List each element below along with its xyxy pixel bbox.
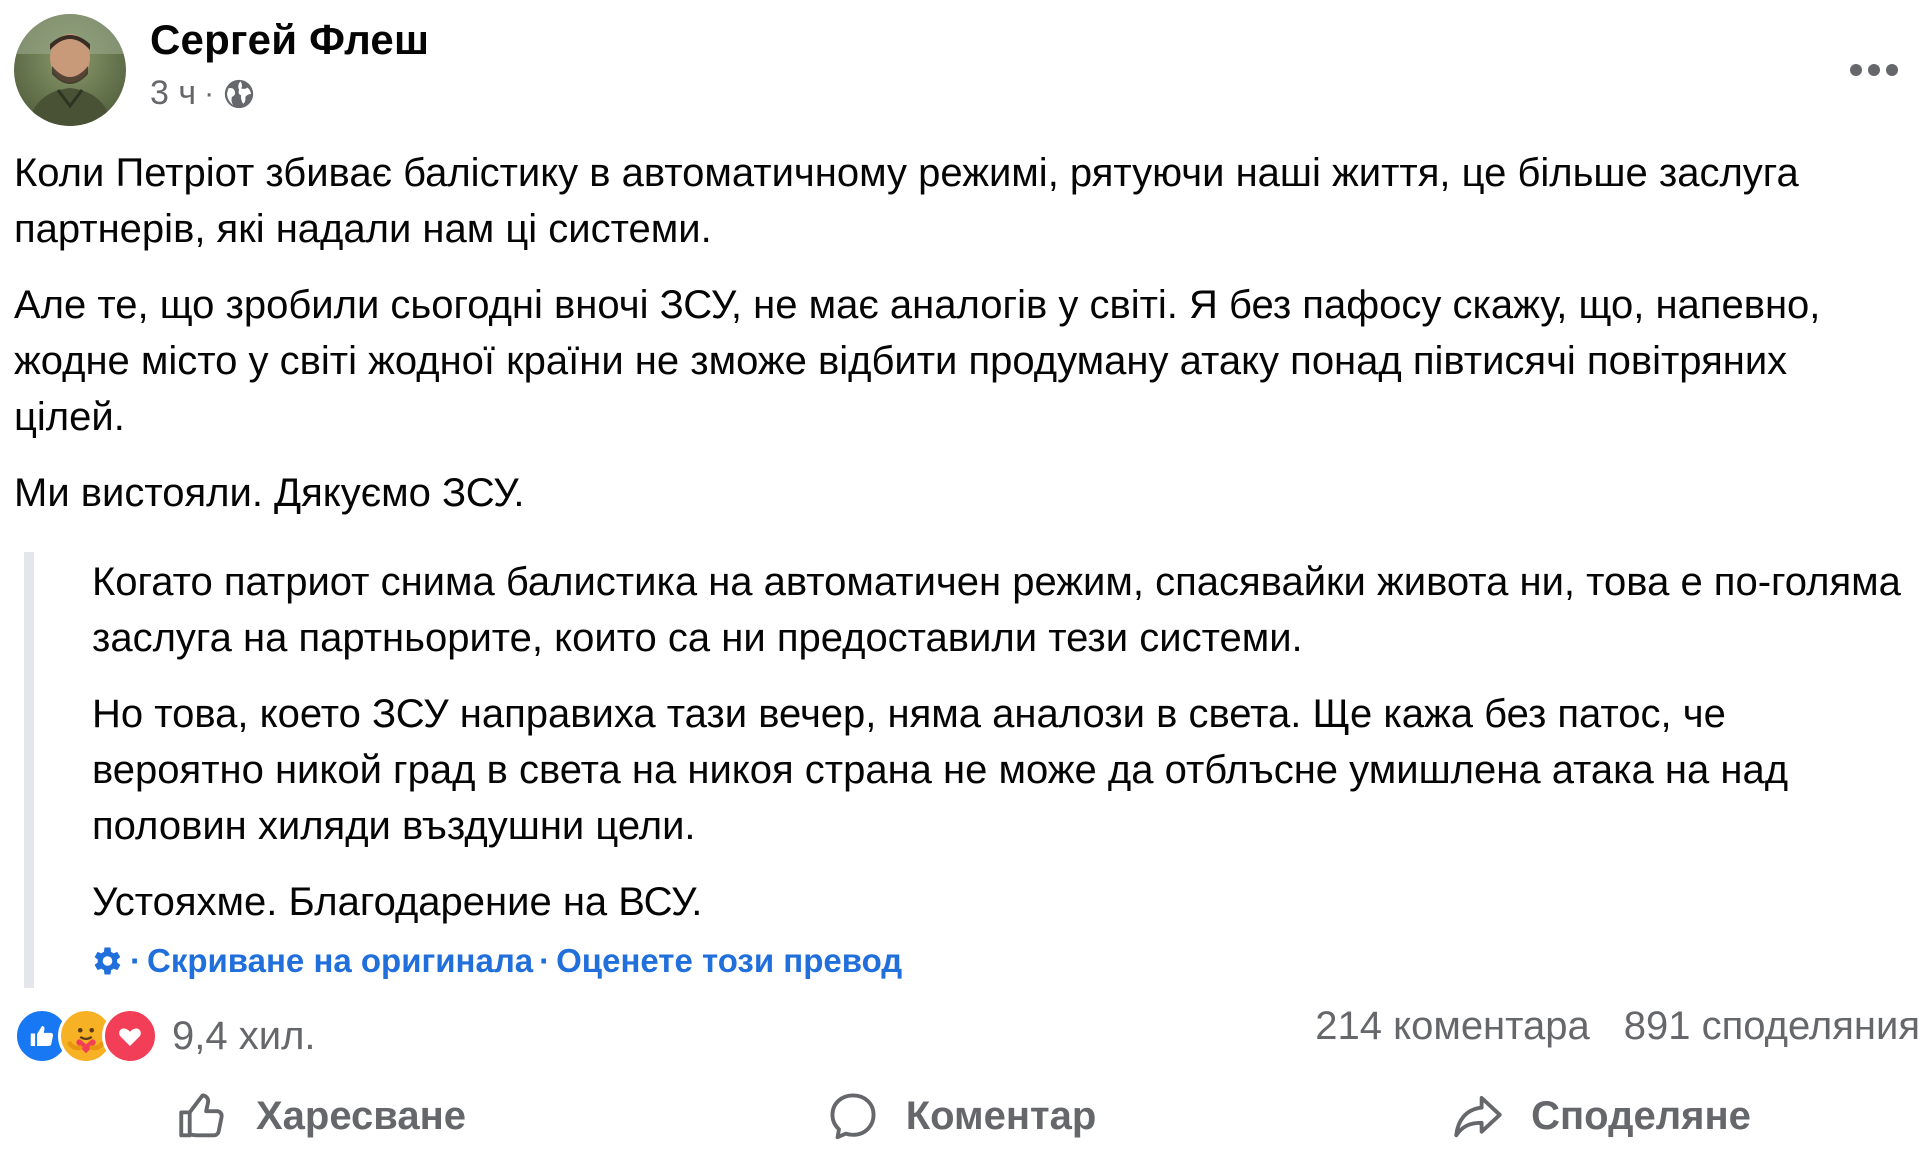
meta-separator: · (204, 76, 215, 110)
share-button[interactable]: Споделяне (1280, 1078, 1920, 1154)
original-paragraph: Ми вистояли. Дякуємо ЗСУ. (14, 471, 525, 515)
author-name[interactable]: Сергей Флеш (150, 16, 429, 64)
like-button[interactable]: Харесване (0, 1078, 640, 1154)
translation-text: Когато патриот снима балистика на автома… (92, 552, 1904, 930)
hide-original-link[interactable]: Скриване на оригинала (147, 942, 533, 980)
share-icon (1454, 1095, 1502, 1138)
more-icon (1850, 64, 1898, 76)
globe-icon[interactable] (222, 77, 256, 111)
translation-block: Когато патриот снима балистика на автома… (24, 552, 1904, 988)
thumbs-up-icon (179, 1093, 224, 1138)
like-label: Харесване (255, 1093, 467, 1138)
rate-translation-link[interactable]: Оценете този превод (556, 942, 902, 980)
reaction-count[interactable]: 9,4 хил. (172, 1014, 316, 1059)
post-time[interactable]: 3 ч (150, 74, 196, 113)
footer-separator: · (539, 942, 551, 979)
translation-paragraph: Но това, което ЗСУ направиха тази вечер,… (92, 692, 1789, 848)
post-header: Сергей Флеш 3 ч · (14, 14, 1904, 126)
love-icon (102, 1008, 158, 1064)
shares-count[interactable]: 891 споделяния (1624, 1004, 1920, 1049)
translation-paragraph: Когато патриот снима балистика на автома… (92, 560, 1901, 660)
gear-icon[interactable] (88, 943, 124, 979)
translation-footer: · Скриване на оригинала · Оценете този п… (88, 942, 902, 980)
avatar-image (14, 14, 126, 126)
author-avatar[interactable] (14, 14, 126, 126)
comment-icon (830, 1093, 876, 1140)
comment-button[interactable]: Коментар (640, 1078, 1280, 1154)
facebook-post: Сергей Флеш 3 ч · Коли Петріот збиває ба… (0, 0, 1920, 1154)
reactions-summary[interactable]: 9,4 хил. (14, 1008, 316, 1064)
more-options-button[interactable] (1844, 52, 1904, 88)
comments-count[interactable]: 214 коментара (1315, 1004, 1590, 1049)
share-label: Споделяне (1531, 1093, 1751, 1138)
action-bar: Харесване Коментар Споделяне (0, 1078, 1920, 1154)
post-meta: 3 ч · (150, 74, 256, 113)
reaction-icons (14, 1008, 158, 1064)
original-paragraph: Коли Петріот збиває балістику в автомати… (14, 151, 1799, 251)
comment-label: Коментар (905, 1093, 1097, 1138)
post-stats: 214 коментара 891 споделяния (1315, 1004, 1920, 1049)
post-original-text: Коли Петріот збиває балістику в автомати… (14, 145, 1904, 541)
footer-separator: · (130, 942, 141, 979)
translation-paragraph: Устояхме. Благодарение на ВСУ. (92, 880, 703, 924)
original-paragraph: Але те, що зробили сьогодні вночі ЗСУ, н… (14, 283, 1821, 439)
